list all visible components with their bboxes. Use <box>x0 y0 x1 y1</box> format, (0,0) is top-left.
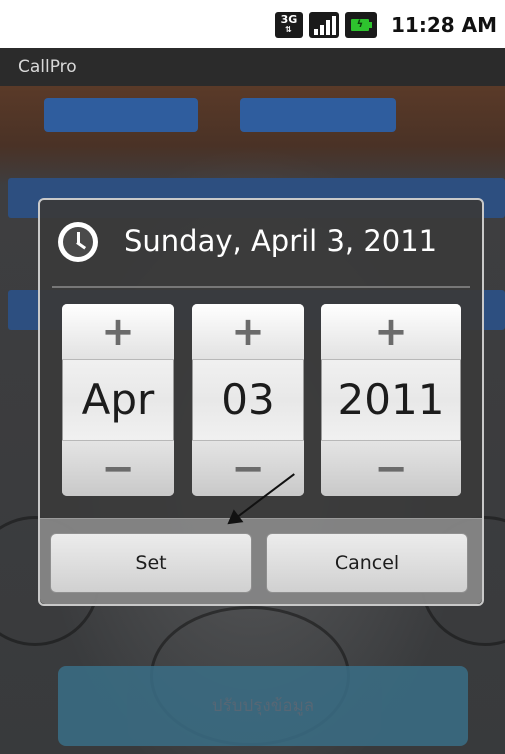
month-increment-button[interactable]: + <box>62 304 174 360</box>
network-type-label: 3G <box>280 13 298 26</box>
day-decrement-button[interactable]: − <box>192 440 304 496</box>
dialog-header: Sunday, April 3, 2011 <box>40 200 482 288</box>
month-value[interactable]: Apr <box>62 362 174 438</box>
app-bottom-button[interactable]: ปรับปรุงข้อมูล <box>58 666 468 746</box>
year-picker: + 2011 − <box>321 304 461 496</box>
year-increment-button[interactable]: + <box>321 304 461 360</box>
set-button[interactable]: Set <box>50 533 252 593</box>
3g-icon: 3G ⇅ <box>274 12 303 38</box>
month-picker: + Apr − <box>62 304 174 496</box>
day-increment-button[interactable]: + <box>192 304 304 360</box>
status-bar: 3G ⇅ ϟ 11:28 AM <box>0 0 505 48</box>
date-picker-dialog: Sunday, April 3, 2011 + Apr − + 03 − + 2… <box>38 198 484 606</box>
dialog-footer: Set Cancel <box>40 518 482 604</box>
month-decrement-button[interactable]: − <box>62 440 174 496</box>
status-clock: 11:28 AM <box>390 13 497 37</box>
cancel-button[interactable]: Cancel <box>266 533 468 593</box>
app-title: CallPro <box>0 48 505 86</box>
signal-icon <box>308 12 339 38</box>
dialog-divider <box>52 286 470 288</box>
day-picker: + 03 − <box>192 304 304 496</box>
app-button-right[interactable] <box>240 98 396 132</box>
status-icons: 3G ⇅ ϟ 11:28 AM <box>274 10 497 40</box>
year-value[interactable]: 2011 <box>321 362 461 438</box>
dialog-title: Sunday, April 3, 2011 <box>124 224 438 258</box>
clock-icon <box>58 222 98 262</box>
day-value[interactable]: 03 <box>192 362 304 438</box>
battery-charging-icon: ϟ <box>344 12 377 38</box>
app-button-left[interactable] <box>44 98 198 132</box>
year-decrement-button[interactable]: − <box>321 440 461 496</box>
